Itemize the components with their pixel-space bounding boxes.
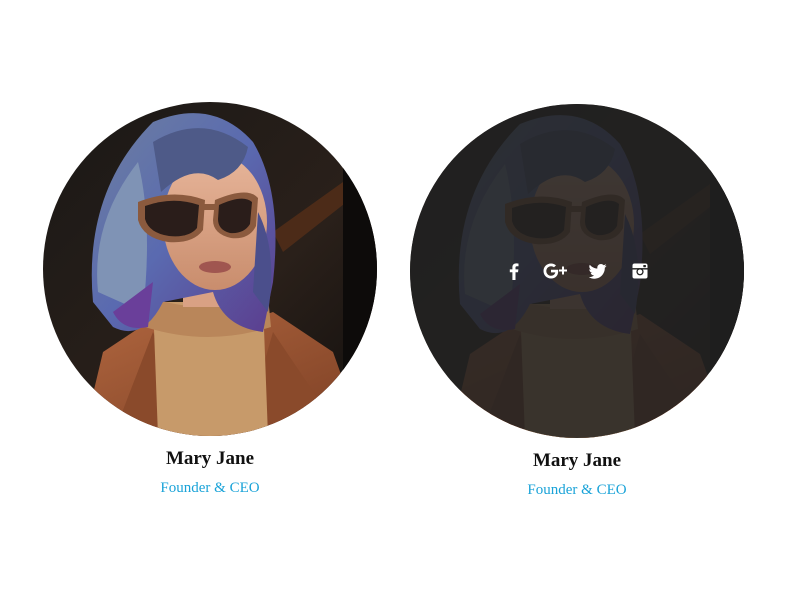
member-role: Founder & CEO: [527, 482, 627, 498]
facebook-icon[interactable]: [493, 260, 535, 282]
avatar[interactable]: [43, 102, 377, 436]
member-name: Mary Jane: [165, 448, 255, 469]
profile-photo: [43, 102, 377, 436]
member-role: Founder & CEO: [160, 480, 260, 496]
member-name: Mary Jane: [532, 450, 622, 471]
google-plus-icon[interactable]: [535, 260, 577, 282]
twitter-icon[interactable]: [577, 260, 619, 282]
avatar[interactable]: [410, 104, 744, 438]
team-card-hover: Mary Jane Founder & CEO: [409, 104, 745, 499]
social-links: [410, 260, 744, 282]
instagram-icon[interactable]: [619, 260, 661, 282]
team-card: Mary Jane Founder & CEO: [42, 102, 378, 497]
